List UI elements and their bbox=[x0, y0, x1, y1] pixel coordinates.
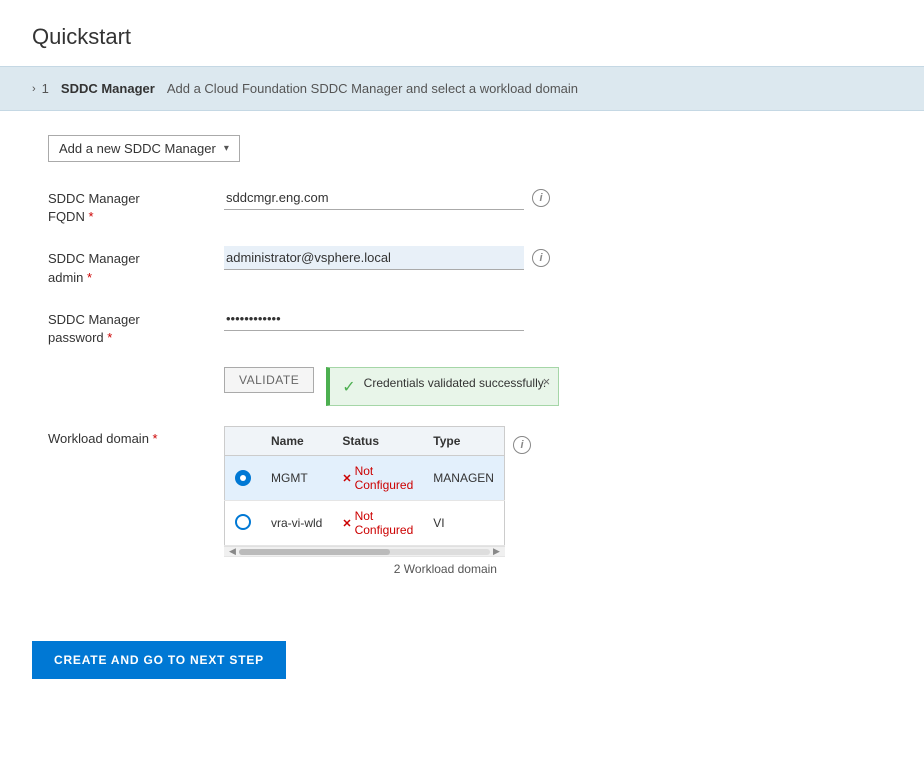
horizontal-scrollbar[interactable]: ◀ ▶ bbox=[224, 546, 505, 556]
password-input[interactable] bbox=[224, 307, 524, 331]
step-header: › 1 SDDC Manager Add a Cloud Foundation … bbox=[0, 66, 924, 111]
dropdown-label: Add a new SDDC Manager bbox=[59, 141, 216, 156]
table-row: MGMT ✕ NotConfigured MANAGEN bbox=[225, 456, 505, 501]
toast-message: Credentials validated successfully. bbox=[364, 376, 547, 390]
workload-label: Workload domain * bbox=[48, 426, 208, 448]
step-label: SDDC Manager bbox=[61, 81, 155, 96]
table-cell-name: MGMT bbox=[261, 456, 332, 501]
table-cell-status: ✕ NotConfigured bbox=[332, 501, 423, 546]
password-row: SDDC Manager password * bbox=[48, 307, 892, 347]
password-input-group bbox=[224, 307, 524, 331]
fqdn-info-icon[interactable]: i bbox=[532, 189, 550, 207]
admin-label: SDDC Manager admin * bbox=[48, 246, 208, 286]
table-row: vra-vi-wld ✕ NotConfigured VI bbox=[225, 501, 505, 546]
table-cell-radio[interactable] bbox=[225, 501, 262, 546]
workload-required: * bbox=[153, 431, 158, 446]
credentials-toast: ✓ Credentials validated successfully. × bbox=[326, 367, 559, 406]
scroll-left-icon[interactable]: ◀ bbox=[226, 546, 239, 557]
table-header-row: Name Status Type bbox=[225, 427, 505, 456]
x-icon: ✕ bbox=[342, 472, 351, 485]
table-col-name: Name bbox=[261, 427, 332, 456]
x-icon-2: ✕ bbox=[342, 517, 351, 530]
chevron-down-icon: ▾ bbox=[224, 143, 229, 154]
password-required: * bbox=[107, 330, 112, 345]
page-title: Quickstart bbox=[0, 0, 924, 66]
create-next-step-button[interactable]: CREATE AND GO TO NEXT STEP bbox=[32, 641, 286, 679]
workload-table: Name Status Type MGMT bbox=[224, 426, 505, 546]
step-chevron: › bbox=[32, 83, 36, 95]
validate-row: VALIDATE ✓ Credentials validated success… bbox=[48, 367, 892, 406]
form-area: Add a new SDDC Manager ▾ SDDC Manager FQ… bbox=[0, 111, 924, 621]
fqdn-label: SDDC Manager FQDN * bbox=[48, 186, 208, 226]
admin-input-group: i bbox=[224, 246, 550, 270]
scrollbar-track[interactable] bbox=[239, 549, 490, 555]
fqdn-row: SDDC Manager FQDN * i bbox=[48, 186, 892, 226]
status-not-configured: ✕ NotConfigured bbox=[342, 464, 413, 492]
table-cell-type: MANAGEN bbox=[423, 456, 504, 501]
table-cell-radio[interactable] bbox=[225, 456, 262, 501]
table-col-radio bbox=[225, 427, 262, 456]
password-label: SDDC Manager password * bbox=[48, 307, 208, 347]
scroll-right-icon[interactable]: ▶ bbox=[490, 546, 503, 557]
workload-info-icon[interactable]: i bbox=[513, 436, 531, 454]
status-not-configured-2: ✕ NotConfigured bbox=[342, 509, 413, 537]
admin-input[interactable] bbox=[224, 246, 524, 270]
radio-selected-icon[interactable] bbox=[235, 470, 251, 486]
fqdn-required: * bbox=[88, 209, 93, 224]
validate-button[interactable]: VALIDATE bbox=[224, 367, 314, 393]
table-cell-type-2: VI bbox=[423, 501, 504, 546]
table-cell-name: vra-vi-wld bbox=[261, 501, 332, 546]
admin-info-icon[interactable]: i bbox=[532, 249, 550, 267]
table-col-type: Type bbox=[423, 427, 504, 456]
action-row: CREATE AND GO TO NEXT STEP bbox=[0, 621, 924, 711]
dropdown-row: Add a new SDDC Manager ▾ bbox=[48, 135, 892, 162]
checkmark-icon: ✓ bbox=[342, 377, 355, 397]
workload-domain-count: 2 Workload domain bbox=[224, 556, 505, 581]
step-description: Add a Cloud Foundation SDDC Manager and … bbox=[167, 81, 578, 96]
workload-table-wrap: Name Status Type MGMT bbox=[224, 426, 505, 581]
table-cell-status: ✕ NotConfigured bbox=[332, 456, 423, 501]
workload-domain-row: Workload domain * Name Status Type bbox=[48, 426, 892, 581]
toast-close-icon[interactable]: × bbox=[543, 374, 551, 389]
admin-row: SDDC Manager admin * i bbox=[48, 246, 892, 286]
radio-empty-icon[interactable] bbox=[235, 514, 251, 530]
table-col-status: Status bbox=[332, 427, 423, 456]
step-index: 1 bbox=[42, 81, 49, 96]
fqdn-input[interactable] bbox=[224, 186, 524, 210]
scrollbar-thumb[interactable] bbox=[239, 549, 390, 555]
admin-required: * bbox=[87, 270, 92, 285]
sddc-manager-dropdown[interactable]: Add a new SDDC Manager ▾ bbox=[48, 135, 240, 162]
fqdn-input-group: i bbox=[224, 186, 550, 210]
step-number: › 1 bbox=[32, 81, 49, 96]
